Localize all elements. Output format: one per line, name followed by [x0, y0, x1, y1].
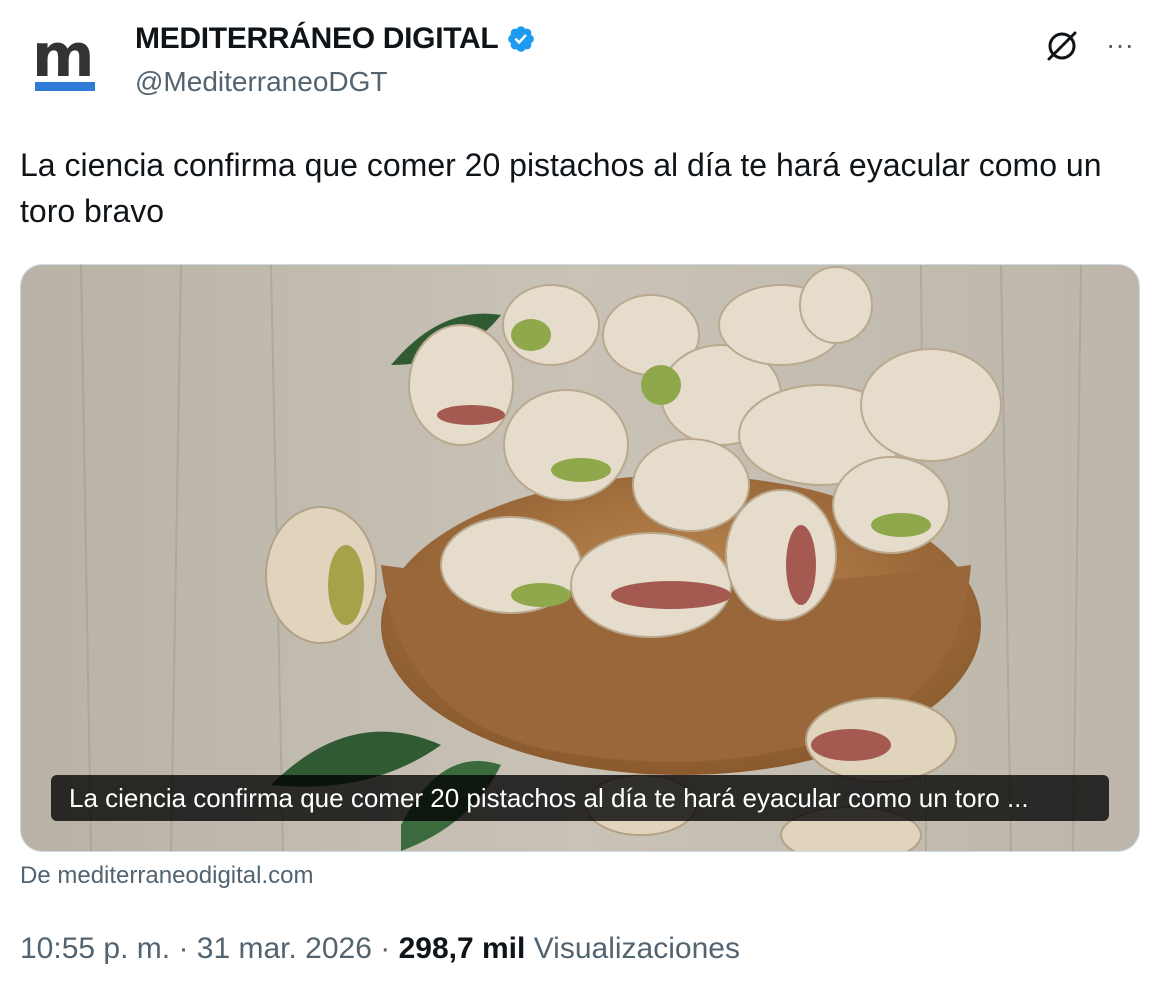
avatar-logo-bar [35, 82, 95, 91]
tweet-text: La ciencia confirma que comer 20 pistach… [20, 147, 1102, 229]
author-name-row[interactable]: MEDITERRÁNEO DIGITAL [135, 22, 536, 56]
card-image-caption: La ciencia confirma que comer 20 pistach… [51, 775, 1109, 821]
more-options-icon[interactable]: ··· [1100, 30, 1140, 60]
tweet-meta: 10:55 p. m. · 31 mar. 2026 · 298,7 mil V… [20, 932, 740, 966]
verified-badge-icon [508, 26, 535, 52]
card-source[interactable]: De mediterraneodigital.com [20, 862, 313, 890]
author-name[interactable]: MEDITERRÁNEO DIGITAL [135, 22, 499, 56]
author-handle[interactable]: @MediterraneoDGT [135, 66, 388, 98]
link-card[interactable]: La ciencia confirma que comer 20 pistach… [20, 264, 1140, 852]
views-count: 298,7 mil [398, 932, 526, 965]
card-image [21, 265, 1139, 851]
meta-separator: · [380, 932, 391, 965]
avatar[interactable]: m [20, 18, 116, 114]
meta-separator: · [178, 932, 189, 965]
views-label: Visualizaciones [533, 932, 740, 965]
grok-icon[interactable] [1044, 28, 1080, 64]
tweet-date[interactable]: 31 mar. 2026 [197, 932, 372, 965]
avatar-logo-letter: m [32, 21, 95, 91]
tweet-time[interactable]: 10:55 p. m. [20, 932, 170, 965]
